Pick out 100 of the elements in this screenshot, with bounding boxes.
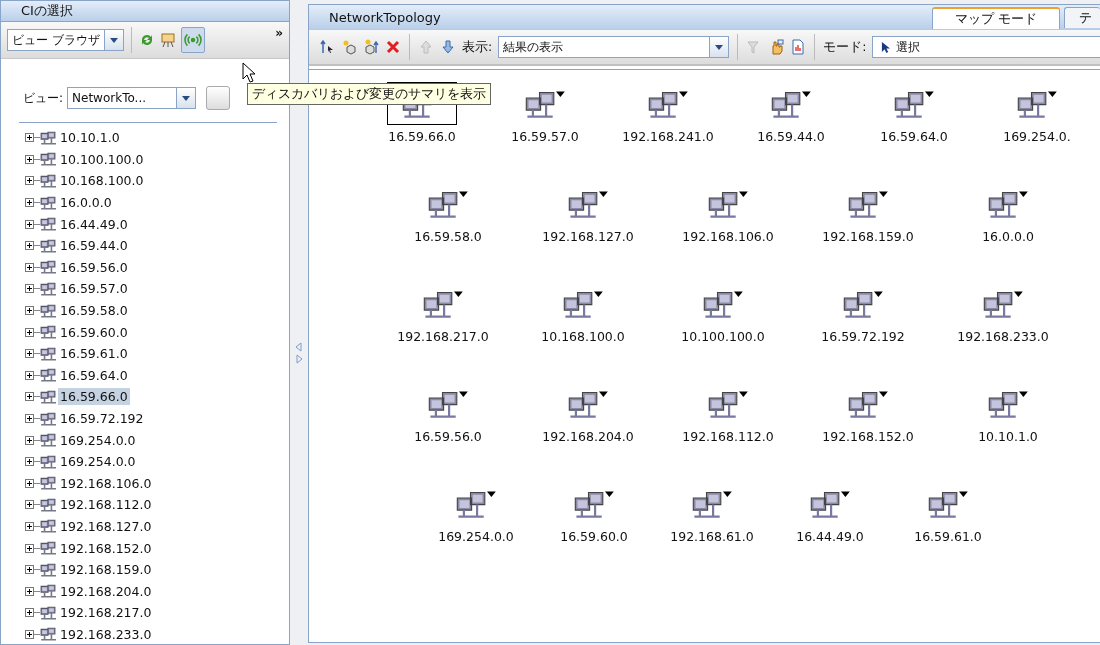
tree-item[interactable]: 169.254.0.0 — [58, 453, 138, 471]
expand-toggle[interactable] — [25, 414, 34, 423]
view-dropdown[interactable]: NetworkTo... — [67, 87, 197, 109]
tree-item[interactable]: 16.59.72.192 — [58, 410, 146, 427]
tree-item[interactable]: 16.59.61.0 — [58, 345, 130, 363]
mode-label: モード: — [823, 38, 867, 56]
expand-toggle[interactable] — [25, 478, 34, 488]
expand-toggle[interactable] — [25, 219, 34, 229]
tree-item[interactable]: 16.59.64.0 — [58, 366, 130, 384]
tree-item[interactable]: 16.59.44.0 — [58, 237, 130, 255]
node-label: 192.168.61.0 — [670, 529, 754, 544]
network-icon — [40, 174, 56, 188]
network-icon — [40, 627, 56, 642]
tree-item[interactable]: 16.0.0.0 — [58, 194, 114, 212]
expand-toggle[interactable] — [25, 392, 34, 402]
show-dropdown[interactable]: 結果の表示 — [498, 36, 730, 58]
expand-toggle[interactable] — [25, 262, 34, 272]
node-label: 16.0.0.0 — [982, 229, 1034, 244]
node-label: 10.10.1.0 — [978, 429, 1038, 444]
delete-icon[interactable] — [385, 39, 401, 55]
network-icon — [40, 562, 56, 577]
down-arrow-icon[interactable] — [440, 39, 456, 55]
caret-icon — [181, 94, 192, 102]
more-tools-button[interactable]: » — [275, 26, 283, 40]
tree-item[interactable]: 10.100.100.0 — [58, 150, 146, 168]
panel-title: NetworkTopology — [329, 9, 442, 25]
view-browser-dropdown[interactable]: ビュー ブラウザ — [7, 29, 124, 51]
node-label: 16.59.66.0 — [388, 129, 456, 144]
network-icon — [40, 584, 56, 599]
node-label: 16.59.57.0 — [511, 129, 579, 144]
tree-item[interactable]: 16.59.57.0 — [58, 280, 130, 298]
expand-toggle[interactable] — [25, 241, 34, 251]
expand-toggle[interactable] — [25, 500, 34, 510]
node-label: 192.168.106.0 — [682, 229, 774, 244]
network-icon — [40, 217, 56, 232]
node-label: 192.168.152.0 — [822, 429, 914, 444]
expand-toggle[interactable] — [25, 198, 34, 208]
easel-icon[interactable] — [159, 32, 176, 48]
tree-item[interactable]: 169.254.0.0 — [58, 431, 138, 449]
network-icon — [40, 411, 56, 426]
tree-item[interactable]: 10.168.100.0 — [58, 172, 146, 190]
network-icon — [40, 238, 56, 253]
node-label: 192.168.233.0 — [957, 329, 1049, 344]
up-arrow-icon[interactable] — [319, 39, 335, 55]
tab[interactable]: テ — [1064, 7, 1100, 28]
tree-item[interactable]: 192.168.217.0 — [58, 604, 154, 622]
tree-item[interactable]: 16.59.56.0 — [58, 258, 130, 276]
node-label: 169.254.0.0 — [438, 529, 514, 544]
tree-item[interactable]: 192.168.152.0 — [58, 539, 154, 557]
tree-item[interactable]: 192.168.233.0 — [58, 625, 154, 643]
network-icon — [40, 433, 56, 448]
add-cube-icon[interactable] — [341, 39, 357, 55]
pointer-icon — [881, 40, 891, 54]
network-icon — [40, 368, 56, 383]
expand-toggle[interactable] — [25, 284, 34, 294]
view-label: ビュー: — [23, 89, 64, 107]
expand-toggle[interactable] — [25, 543, 34, 553]
report-icon[interactable] — [790, 39, 807, 55]
expand-toggle[interactable] — [25, 586, 34, 596]
caret-icon — [108, 36, 119, 44]
expand-toggle[interactable] — [25, 457, 34, 467]
mode-dropdown[interactable]: 選択 — [872, 36, 1100, 58]
network-icon — [40, 346, 56, 361]
tree-item[interactable]: 16.59.58.0 — [58, 302, 130, 320]
discovery-button[interactable] — [180, 27, 205, 53]
network-icon — [40, 389, 56, 404]
tree-item[interactable]: 16.44.49.0 — [58, 215, 130, 233]
tree-item[interactable]: 10.10.1.0 — [58, 129, 122, 147]
expand-toggle[interactable] — [25, 176, 34, 186]
add-cube-icon[interactable] — [363, 39, 379, 55]
network-icon — [40, 497, 56, 512]
tree-item[interactable]: 192.168.112.0 — [58, 496, 154, 514]
expand-toggle[interactable] — [25, 629, 34, 639]
expand-toggle[interactable] — [25, 154, 34, 164]
expand-toggle[interactable] — [25, 327, 34, 337]
tab[interactable]: マップ モード — [931, 7, 1060, 29]
tree-item[interactable]: 192.168.159.0 — [58, 561, 154, 579]
node-label: 10.168.100.0 — [541, 329, 625, 344]
expand-toggle[interactable] — [25, 306, 34, 316]
tree-item[interactable]: 16.59.66.0 — [58, 388, 130, 406]
expand-toggle[interactable] — [25, 435, 34, 445]
node-label: 10.100.100.0 — [681, 329, 765, 344]
tree-item[interactable]: 16.59.60.0 — [58, 323, 130, 341]
node-label: 16.44.49.0 — [796, 529, 864, 544]
expand-toggle[interactable] — [25, 370, 34, 380]
expand-toggle[interactable] — [25, 133, 34, 143]
tree-item[interactable]: 192.168.106.0 — [58, 474, 154, 492]
show-label: 表示: — [462, 38, 493, 56]
expand-toggle[interactable] — [25, 349, 34, 359]
tree-item[interactable]: 192.168.127.0 — [58, 518, 154, 535]
expand-toggle[interactable] — [25, 565, 34, 575]
network-icon — [40, 152, 56, 167]
expand-toggle[interactable] — [25, 608, 34, 618]
network-icon — [40, 195, 56, 210]
mouse-pointer-icon — [242, 62, 256, 84]
expand-toggle[interactable] — [25, 522, 34, 531]
node-label: 16.59.72.192 — [821, 329, 905, 344]
tree-item[interactable]: 192.168.204.0 — [58, 582, 154, 600]
network-icon — [40, 605, 56, 620]
network-icon — [40, 325, 56, 340]
